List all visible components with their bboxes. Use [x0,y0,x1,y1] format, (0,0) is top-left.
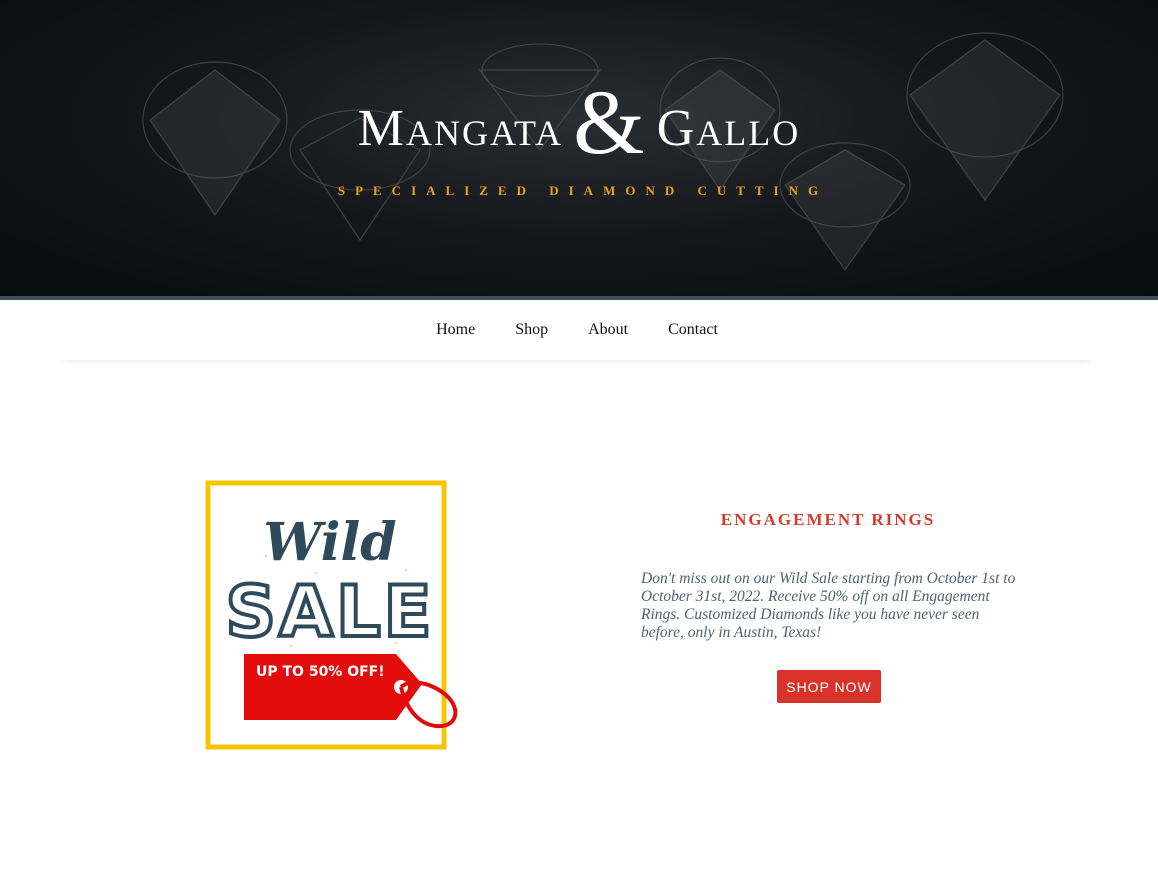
promo-description: Don't miss out on our Wild Sale starting… [641,570,1016,641]
shop-now-button[interactable]: SHOP NOW [777,670,881,703]
nav-item-about[interactable]: About [568,321,648,339]
brand-name-right: Gallo [656,100,801,157]
nav-item-contact[interactable]: Contact [648,321,738,339]
sale-line2-text: SALE [225,571,434,653]
sale-line1-text: Wild [263,512,396,573]
promo-title: ENGAGEMENT RINGS [720,510,936,529]
brand-name-left: Mangata [357,100,564,157]
brand-tagline: SPECIALIZED DIAMOND CUTTING [337,183,829,198]
brand-logo[interactable]: Mangata & Gallo [0,76,1158,169]
nav-item-home[interactable]: Home [416,321,495,339]
main-nav: Home Shop About Contact [60,300,1094,360]
brand-ampersand: & [573,71,647,173]
hero-banner: Mangata & Gallo SPECIALIZED DIAMOND CUTTIN… [0,0,1158,296]
wild-sale-image: Wild SALE UP TO 50% OFF! [205,480,458,750]
nav-item-shop[interactable]: Shop [495,321,568,339]
promo-section: ENGAGEMENT RINGS Don't miss out on our W… [641,510,1021,642]
sale-tag-text: UP TO 50% OFF! [256,664,385,680]
